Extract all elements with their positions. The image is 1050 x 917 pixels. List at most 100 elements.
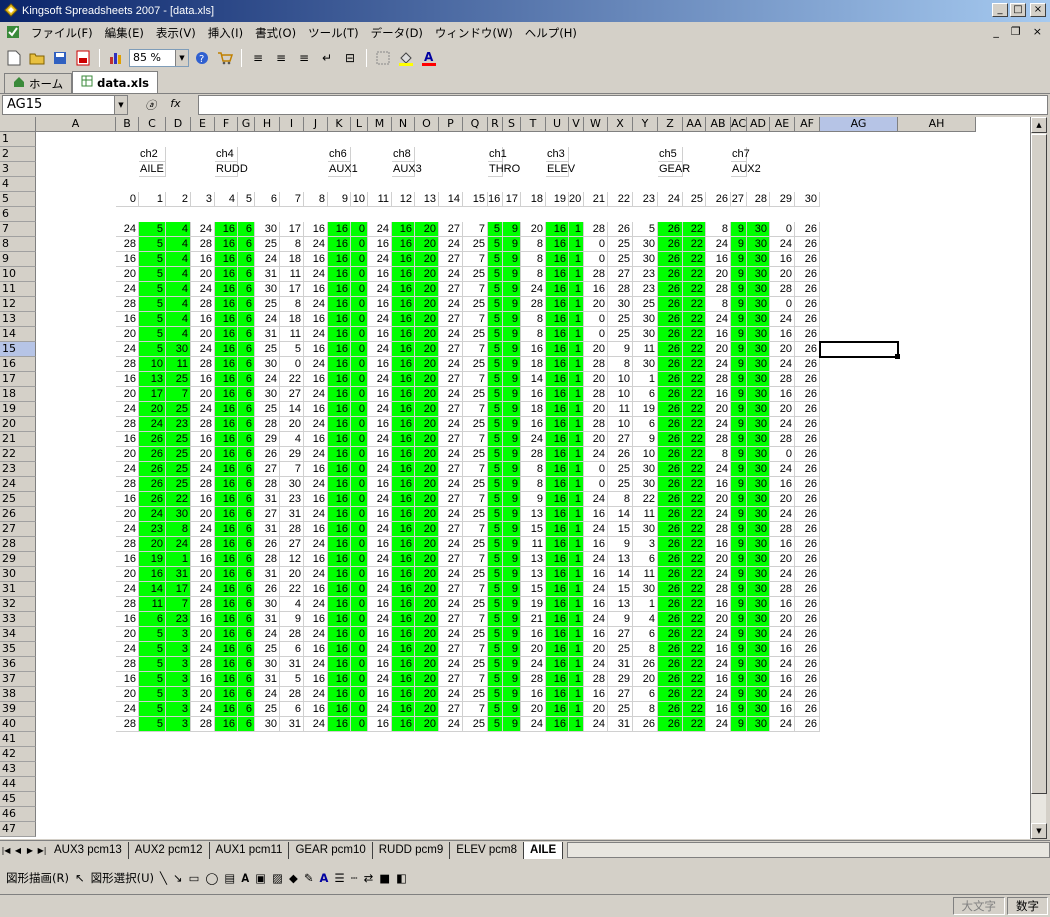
cell[interactable]: 27 bbox=[608, 627, 633, 642]
cell[interactable]: 28 bbox=[116, 417, 139, 432]
cell[interactable]: 30 bbox=[747, 597, 770, 612]
cell[interactable]: 16 bbox=[546, 582, 569, 597]
cell[interactable]: 9 bbox=[731, 342, 747, 357]
cell[interactable]: 6 bbox=[633, 687, 658, 702]
cell[interactable]: 6 bbox=[280, 642, 304, 657]
sheet-tab[interactable]: RUDD pcm9 bbox=[373, 841, 451, 859]
cell[interactable]: 3 bbox=[166, 642, 191, 657]
cell[interactable]: 5 bbox=[488, 297, 503, 312]
cell[interactable]: 26 bbox=[795, 687, 820, 702]
cell[interactable]: 26 bbox=[795, 312, 820, 327]
cell[interactable]: 26 bbox=[658, 237, 683, 252]
cell[interactable]: 16 bbox=[304, 312, 328, 327]
cell[interactable]: 20 bbox=[415, 447, 439, 462]
cell[interactable]: 16 bbox=[328, 327, 351, 342]
cell[interactable]: 26 bbox=[658, 432, 683, 447]
row-header[interactable]: 3 bbox=[0, 162, 36, 177]
cell[interactable]: 24 bbox=[304, 327, 328, 342]
cell[interactable]: 16 bbox=[215, 297, 238, 312]
cell[interactable]: 26 bbox=[658, 417, 683, 432]
cell[interactable]: ch2 bbox=[139, 147, 166, 162]
cell[interactable]: 26 bbox=[658, 372, 683, 387]
cell[interactable]: 10 bbox=[633, 447, 658, 462]
cell[interactable]: 6 bbox=[238, 657, 255, 672]
cell[interactable]: 16 bbox=[706, 642, 731, 657]
cell[interactable]: 28 bbox=[584, 672, 608, 687]
cell[interactable]: 25 bbox=[255, 702, 280, 717]
cell[interactable]: 25 bbox=[463, 537, 488, 552]
cell[interactable]: 30 bbox=[166, 342, 191, 357]
cell[interactable]: 24 bbox=[770, 657, 795, 672]
cell[interactable]: 16 bbox=[116, 432, 139, 447]
cell[interactable]: 26 bbox=[658, 252, 683, 267]
cell[interactable]: 25 bbox=[463, 567, 488, 582]
cell[interactable]: 16 bbox=[215, 612, 238, 627]
column-header[interactable]: Z bbox=[658, 117, 683, 132]
cell[interactable]: 22 bbox=[683, 447, 706, 462]
rectangle-icon[interactable]: ▭ bbox=[189, 871, 200, 885]
cell[interactable]: 0 bbox=[351, 282, 368, 297]
cell[interactable]: 30 bbox=[747, 222, 770, 237]
cell[interactable]: 24 bbox=[368, 492, 392, 507]
cell[interactable]: 14 bbox=[280, 402, 304, 417]
cell[interactable]: 26 bbox=[658, 627, 683, 642]
cell[interactable]: 26 bbox=[658, 222, 683, 237]
cell[interactable]: 3 bbox=[166, 717, 191, 732]
column-header[interactable]: AA bbox=[683, 117, 706, 132]
cell[interactable]: 13 bbox=[521, 507, 546, 522]
cell[interactable]: 25 bbox=[255, 642, 280, 657]
cell[interactable]: 16 bbox=[368, 597, 392, 612]
cell[interactable]: 20 bbox=[770, 492, 795, 507]
cell[interactable]: 17 bbox=[280, 222, 304, 237]
cell[interactable]: 6 bbox=[238, 282, 255, 297]
cell[interactable]: 24 bbox=[770, 417, 795, 432]
cell[interactable]: 1 bbox=[569, 702, 584, 717]
cell[interactable]: 26 bbox=[658, 702, 683, 717]
cell[interactable]: 9 bbox=[503, 222, 521, 237]
cell[interactable]: 28 bbox=[770, 582, 795, 597]
cell[interactable]: 27 bbox=[280, 387, 304, 402]
cell[interactable]: 20 bbox=[116, 447, 139, 462]
cell[interactable]: 16 bbox=[304, 222, 328, 237]
cell[interactable]: 20 bbox=[116, 627, 139, 642]
cell[interactable]: 30 bbox=[255, 222, 280, 237]
cell[interactable]: 16 bbox=[328, 417, 351, 432]
column-header[interactable]: R bbox=[488, 117, 503, 132]
cell[interactable]: 6 bbox=[238, 297, 255, 312]
cell[interactable]: 14 bbox=[439, 192, 463, 207]
cell[interactable]: 26 bbox=[795, 237, 820, 252]
cell[interactable]: 30 bbox=[747, 687, 770, 702]
column-header[interactable]: O bbox=[415, 117, 439, 132]
cell[interactable]: 0 bbox=[351, 612, 368, 627]
cell[interactable]: 26 bbox=[139, 477, 166, 492]
cell[interactable]: 7 bbox=[463, 372, 488, 387]
cell[interactable]: 16 bbox=[116, 612, 139, 627]
cursor-icon[interactable]: ↖ bbox=[75, 871, 85, 885]
cell[interactable]: 8 bbox=[706, 297, 731, 312]
row-header[interactable]: 41 bbox=[0, 732, 36, 747]
cell[interactable]: 16 bbox=[116, 492, 139, 507]
cell[interactable]: 25 bbox=[255, 237, 280, 252]
cell[interactable]: 24 bbox=[706, 507, 731, 522]
cell[interactable]: 6 bbox=[238, 357, 255, 372]
cell[interactable]: 30 bbox=[747, 237, 770, 252]
cell[interactable]: 25 bbox=[463, 447, 488, 462]
cell[interactable]: 30 bbox=[747, 582, 770, 597]
cell[interactable]: 23 bbox=[166, 612, 191, 627]
cell[interactable]: 29 bbox=[608, 672, 633, 687]
cell[interactable]: 19 bbox=[139, 552, 166, 567]
line-color-icon[interactable]: ✎ bbox=[304, 871, 314, 885]
name-box[interactable]: AG15 ▼ bbox=[2, 95, 128, 115]
cell[interactable]: 8 bbox=[633, 702, 658, 717]
cell[interactable]: 20 bbox=[415, 222, 439, 237]
cell[interactable]: 16 bbox=[328, 642, 351, 657]
maximize-button[interactable]: □ bbox=[1010, 3, 1026, 17]
cell[interactable]: 20 bbox=[415, 597, 439, 612]
cell[interactable]: 28 bbox=[706, 372, 731, 387]
cell[interactable]: 16 bbox=[546, 702, 569, 717]
row-header[interactable]: 20 bbox=[0, 417, 36, 432]
cell[interactable]: 1 bbox=[569, 297, 584, 312]
cell[interactable]: 16 bbox=[368, 627, 392, 642]
column-header[interactable]: AF bbox=[795, 117, 820, 132]
cell[interactable]: 20 bbox=[415, 477, 439, 492]
